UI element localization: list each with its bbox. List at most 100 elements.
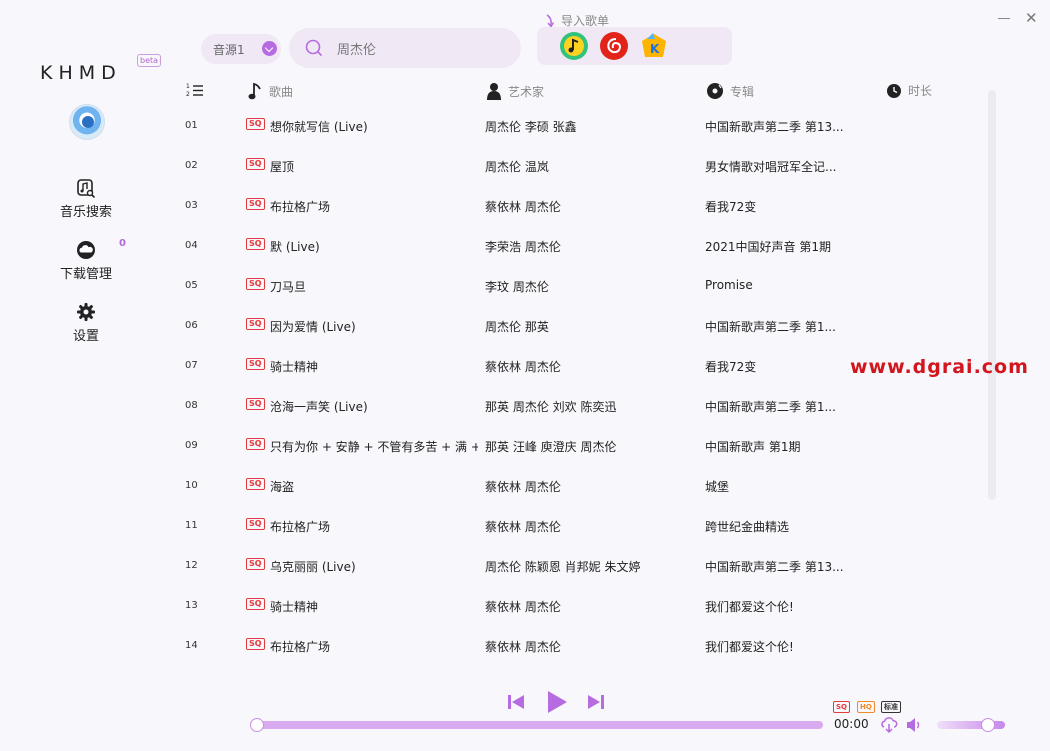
table-row[interactable]: 01 SQ 想你就写信 (Live) 周杰伦 李硕 张鑫 中国新歌声第二季 第1… xyxy=(180,105,980,145)
song-album: 中国新歌声第二季 第1... xyxy=(705,320,836,334)
song-title: 只有为你 + 安静 + 不管有多苦 + 满 + xyxy=(270,440,478,454)
quality-standard-button[interactable]: 标准 xyxy=(881,701,901,713)
table-row[interactable]: 08 SQ 沧海一声笑 (Live) 那英 周杰伦 刘欢 陈奕迅 中国新歌声第二… xyxy=(180,385,980,425)
song-artist: 周杰伦 李硕 张鑫 xyxy=(485,120,577,134)
download-cloud-icon xyxy=(77,241,95,259)
quality-tag: SQ xyxy=(246,398,265,410)
song-title: 海盗 xyxy=(270,480,295,494)
import-playlist-panel: K xyxy=(537,27,732,65)
beta-badge: beta xyxy=(137,54,162,67)
song-title: 布拉格广场 xyxy=(270,640,331,654)
nav-music-search[interactable]: 音乐搜索 xyxy=(50,178,122,220)
song-title: 布拉格广场 xyxy=(270,200,331,214)
svg-text:K: K xyxy=(650,42,660,56)
avatar[interactable] xyxy=(69,104,105,140)
song-album: Promise xyxy=(705,278,753,292)
song-album: 城堡 xyxy=(705,480,730,494)
table-row[interactable]: 13 SQ 骑士精神 蔡依林 周杰伦 我们都爱这个伦! xyxy=(180,585,980,625)
play-icon[interactable] xyxy=(545,689,569,715)
song-album: 看我72变 xyxy=(705,200,757,214)
sort-number-icon: 1 2 xyxy=(186,83,203,98)
clock-icon xyxy=(887,83,901,98)
user-icon xyxy=(487,83,501,100)
volume-handle[interactable] xyxy=(981,718,995,732)
music-search-icon xyxy=(77,179,96,198)
close-button[interactable]: ✕ xyxy=(1025,9,1038,27)
row-number: 02 xyxy=(185,160,198,171)
progress-handle[interactable] xyxy=(250,718,264,732)
row-number: 07 xyxy=(185,360,198,371)
row-number: 11 xyxy=(185,520,198,531)
col-artist-header[interactable]: 艺术家 xyxy=(486,82,544,100)
song-artist: 那英 汪峰 庾澄庆 周杰伦 xyxy=(485,440,617,454)
svg-text:2: 2 xyxy=(186,91,190,98)
netease-music-icon[interactable] xyxy=(599,31,629,61)
quality-sq-button[interactable]: SQ xyxy=(833,701,850,713)
volume-slider[interactable] xyxy=(937,718,1005,732)
quality-hq-button[interactable]: HQ xyxy=(857,701,875,713)
song-album: 跨世纪金曲精选 xyxy=(705,520,790,534)
volume-icon[interactable] xyxy=(905,716,923,734)
song-artist: 周杰伦 陈颖恩 肖邦妮 朱文婷 xyxy=(485,560,641,574)
nav-settings[interactable]: 设置 xyxy=(50,302,122,344)
arrow-down-icon xyxy=(546,13,555,28)
table-row[interactable]: 10 SQ 海盗 蔡依林 周杰伦 城堡 xyxy=(180,465,980,505)
table-row[interactable]: 14 SQ 布拉格广场 蔡依林 周杰伦 我们都爱这个伦! xyxy=(180,625,980,665)
previous-track-icon[interactable] xyxy=(506,692,526,712)
table-row[interactable]: 11 SQ 布拉格广场 蔡依林 周杰伦 跨世纪金曲精选 xyxy=(180,505,980,545)
song-artist: 蔡依林 周杰伦 xyxy=(485,360,561,374)
table-row[interactable]: 12 SQ 乌克丽丽 (Live) 周杰伦 陈颖恩 肖邦妮 朱文婷 中国新歌声第… xyxy=(180,545,980,585)
app-logo: KHMD xyxy=(40,62,122,84)
song-title: 骑士精神 xyxy=(270,600,319,614)
song-artist: 李荣浩 周杰伦 xyxy=(485,240,561,254)
song-album: 我们都爱这个伦! xyxy=(705,640,794,654)
scrollbar[interactable] xyxy=(988,90,996,500)
nav-download-manager[interactable]: 下载管理 xyxy=(50,240,122,282)
row-number: 14 xyxy=(185,640,198,651)
quality-tag: SQ xyxy=(246,158,265,170)
song-album: 看我72变 xyxy=(705,360,757,374)
song-album: 中国新歌声第二季 第13... xyxy=(705,120,844,134)
song-artist: 那英 周杰伦 刘欢 陈奕迅 xyxy=(485,400,617,414)
quality-tag: SQ xyxy=(246,198,265,210)
song-artist: 蔡依林 周杰伦 xyxy=(485,520,561,534)
table-row[interactable]: 06 SQ 因为爱情 (Live) 周杰伦 那英 中国新歌声第二季 第1... xyxy=(180,305,980,345)
search-input[interactable] xyxy=(337,38,507,58)
song-title: 屋顶 xyxy=(270,160,295,174)
song-album: 我们都爱这个伦! xyxy=(705,600,794,614)
song-title: 因为爱情 (Live) xyxy=(270,320,356,334)
music-note-icon xyxy=(248,82,261,100)
table-row[interactable]: 04 SQ 默 (Live) 李荣浩 周杰伦 2021中国好声音 第1期 xyxy=(180,225,980,265)
source-select-value: 音源1 xyxy=(213,42,245,57)
minimize-button[interactable] xyxy=(998,18,1010,19)
quality-tag: SQ xyxy=(246,238,265,250)
col-duration-header[interactable]: 时长 xyxy=(886,82,932,99)
qq-music-icon[interactable] xyxy=(559,31,589,61)
row-number: 04 xyxy=(185,240,198,251)
quality-tag: SQ xyxy=(246,478,265,490)
nav-label: 下载管理 xyxy=(59,267,112,282)
song-title: 默 (Live) xyxy=(270,240,320,254)
download-icon[interactable] xyxy=(880,716,898,734)
kugou-music-icon[interactable]: K xyxy=(639,31,669,61)
table-row[interactable]: 03 SQ 布拉格广场 蔡依林 周杰伦 看我72变 xyxy=(180,185,980,225)
table-row[interactable]: 09 SQ 只有为你 + 安静 + 不管有多苦 + 满 + 那英 汪峰 庾澄庆 … xyxy=(180,425,980,465)
song-album: 中国新歌声第二季 第13... xyxy=(705,560,844,574)
song-title: 布拉格广场 xyxy=(270,520,331,534)
source-select[interactable]: 音源1 xyxy=(201,34,281,64)
table-row[interactable]: 02 SQ 屋顶 周杰伦 温岚 男女情歌对唱冠军全记... xyxy=(180,145,980,185)
next-track-icon[interactable] xyxy=(586,692,606,712)
table-row[interactable]: 05 SQ 刀马旦 李玟 周杰伦 Promise xyxy=(180,265,980,305)
progress-bar[interactable] xyxy=(250,718,823,732)
col-album-header[interactable]: 专辑 xyxy=(706,82,754,100)
current-time: 00:00 xyxy=(834,717,869,731)
song-artist: 蔡依林 周杰伦 xyxy=(485,640,561,654)
watermark: www.dgrai.com xyxy=(850,356,1029,378)
song-album: 2021中国好声音 第1期 xyxy=(705,240,831,254)
song-title: 乌克丽丽 (Live) xyxy=(270,560,356,574)
album-disc-icon xyxy=(707,83,723,99)
col-title-header[interactable]: 歌曲 xyxy=(247,82,293,100)
search-box[interactable] xyxy=(289,28,521,68)
row-number: 06 xyxy=(185,320,198,331)
col-number-header[interactable]: 1 2 xyxy=(186,82,204,98)
